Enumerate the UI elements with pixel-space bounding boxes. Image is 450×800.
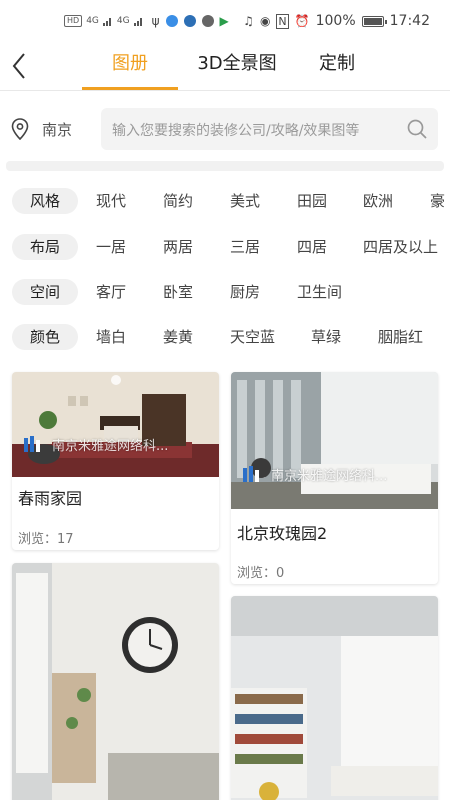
card-image: 南京米雅途网络科... xyxy=(231,372,438,509)
status-right: ♫ ◉ N ⏰ 100% 17:42 xyxy=(243,13,430,29)
filter-label-layout: 布局 xyxy=(12,234,78,260)
alarm-icon: ⏰ xyxy=(294,14,310,28)
card-views: 浏览：17 xyxy=(18,532,74,547)
card-image xyxy=(231,596,438,800)
company-logo-icon xyxy=(243,466,259,482)
usb-icon: ψ xyxy=(151,14,160,28)
filter-option[interactable]: 客厅 xyxy=(96,279,126,305)
filter-row-space: 空间 客厅 卧室 厨房 卫生间 xyxy=(0,279,450,309)
gallery-card[interactable] xyxy=(12,563,219,800)
card-views: 浏览：0 xyxy=(237,566,285,581)
filter-option[interactable]: 姜黄 xyxy=(163,324,193,350)
nav-divider xyxy=(0,90,450,91)
filter-option[interactable]: 卧室 xyxy=(163,279,193,305)
chat-icon xyxy=(201,15,214,27)
filter-row-style: 风格 现代 简约 美式 田园 欧洲 豪 xyxy=(0,188,450,218)
signal-icon-2 xyxy=(133,18,142,26)
headphone-icon: ♫ xyxy=(243,14,254,28)
gallery-card[interactable]: 南京米雅途网络科... 春雨家园 浏览：17 xyxy=(12,372,219,550)
filter-option[interactable]: 一居 xyxy=(96,234,126,260)
filter-option[interactable]: 豪 xyxy=(430,188,445,214)
top-nav: 图册 3D全景图 定制 xyxy=(0,42,450,90)
filter-option[interactable]: 四居 xyxy=(297,234,327,260)
battery-percent: 100% xyxy=(315,13,356,29)
status-left: HD 4G 4G xyxy=(64,15,144,27)
card-title: 春雨家园 xyxy=(18,489,83,508)
search-icon[interactable] xyxy=(406,118,428,140)
filter-option[interactable]: 四居及以上 xyxy=(363,234,438,260)
filter-option[interactable]: 三居 xyxy=(230,234,260,260)
app-icon-globe xyxy=(183,15,196,27)
eye-icon: ◉ xyxy=(259,14,271,28)
filter-row-layout: 布局 一居 两居 三居 四居 四居及以上 xyxy=(0,234,450,264)
filter-row-color: 颜色 墙白 姜黄 天空蓝 草绿 胭脂红 xyxy=(0,324,450,354)
card-image xyxy=(12,563,219,800)
tab-3d-panorama[interactable]: 3D全景图 xyxy=(178,42,296,90)
hd-badge: HD xyxy=(64,15,83,27)
app-icon-blue xyxy=(165,15,178,27)
location-pin-icon[interactable] xyxy=(11,118,29,140)
signal-badge-1: 4G xyxy=(86,16,99,26)
notification-icons: ψ ▶ xyxy=(152,14,229,28)
tab-album[interactable]: 图册 xyxy=(82,42,178,90)
card-title: 北京玫瑰园2 xyxy=(237,524,328,543)
filter-option[interactable]: 胭脂红 xyxy=(378,324,423,350)
chevron-left-icon xyxy=(12,53,25,79)
play-store-icon: ▶ xyxy=(219,14,229,28)
filter-option[interactable]: 田园 xyxy=(297,188,327,214)
card-image: 南京米雅途网络科... xyxy=(12,372,219,477)
clock: 17:42 xyxy=(389,13,430,29)
filter-label-style: 风格 xyxy=(12,188,78,214)
search-input[interactable]: 输入您要搜索的装修公司/攻略/效果图等 xyxy=(101,108,438,150)
section-separator xyxy=(6,161,444,171)
filter-option[interactable]: 美式 xyxy=(230,188,260,214)
living-room-photo xyxy=(12,563,219,800)
watermark-text: 南京米雅途网络科... xyxy=(52,438,169,454)
signal-badge-2: 4G xyxy=(116,16,130,26)
status-bar: HD 4G 4G ψ ▶ ♫ ◉ N ⏰ 100% 17:42 xyxy=(0,0,450,42)
filter-option[interactable]: 草绿 xyxy=(311,324,341,350)
filter-option[interactable]: 天空蓝 xyxy=(230,324,275,350)
tab-bar: 图册 3D全景图 定制 xyxy=(82,42,378,90)
filter-option[interactable]: 欧洲 xyxy=(363,188,393,214)
search-placeholder: 输入您要搜索的装修公司/攻略/效果图等 xyxy=(112,123,360,139)
back-button[interactable] xyxy=(8,48,36,84)
gallery-card[interactable] xyxy=(231,596,438,800)
filter-option[interactable]: 卫生间 xyxy=(297,279,342,305)
filter-option[interactable]: 墙白 xyxy=(96,324,126,350)
search-row: 南京 输入您要搜索的装修公司/攻略/效果图等 xyxy=(0,106,450,150)
watermark-text: 南京米雅途网络科... xyxy=(271,468,388,484)
filter-label-space: 空间 xyxy=(12,279,78,305)
location-label[interactable]: 南京 xyxy=(42,119,72,140)
watermark: 南京米雅途网络科... xyxy=(22,434,168,454)
gallery-grid: 南京米雅途网络科... 春雨家园 浏览：17 南京米雅途网络科... 北京玫瑰园… xyxy=(0,360,450,800)
nfc-icon: N xyxy=(276,13,289,29)
signal-icon xyxy=(102,18,111,26)
filter-option[interactable]: 两居 xyxy=(163,234,193,260)
filter-option[interactable]: 现代 xyxy=(96,188,126,214)
filter-option[interactable]: 厨房 xyxy=(230,279,260,305)
watermark: 南京米雅途网络科... xyxy=(241,464,387,484)
battery-icon xyxy=(361,15,387,27)
living-room-photo xyxy=(231,596,438,800)
filter-option[interactable]: 简约 xyxy=(163,188,193,214)
tab-custom[interactable]: 定制 xyxy=(296,42,378,90)
company-logo-icon xyxy=(24,436,40,452)
bedroom-photo xyxy=(231,372,438,509)
gallery-card[interactable]: 南京米雅途网络科... 北京玫瑰园2 浏览：0 xyxy=(231,372,438,584)
bedroom-photo xyxy=(12,372,219,477)
filter-label-color: 颜色 xyxy=(12,324,78,350)
